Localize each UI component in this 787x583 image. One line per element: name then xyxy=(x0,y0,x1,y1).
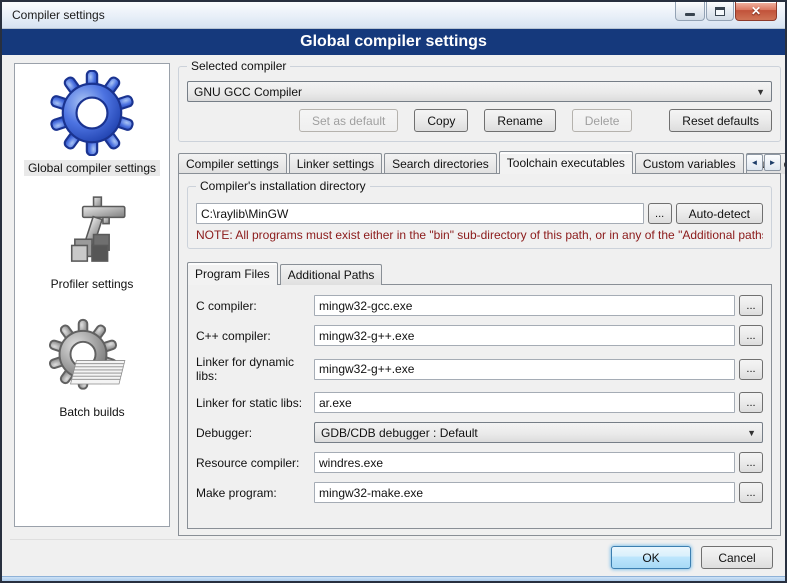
toolchain-executables-panel: Compiler's installation directory ... Au… xyxy=(178,173,781,536)
sidebar-item-label: Global compiler settings xyxy=(24,160,160,176)
close-icon: ✕ xyxy=(751,5,761,17)
tab-compiler-settings[interactable]: Compiler settings xyxy=(178,153,287,174)
caliper-icon xyxy=(53,194,131,272)
sidebar-item-profiler-settings[interactable]: Profiler settings xyxy=(47,194,138,292)
footer-separator xyxy=(10,539,777,540)
close-button[interactable]: ✕ xyxy=(735,2,777,21)
compiler-select[interactable]: GNU GCC Compiler ▼ xyxy=(187,81,772,102)
reset-defaults-button[interactable]: Reset defaults xyxy=(669,109,772,132)
program-files-panel: C compiler: ... C++ compiler: ... Linker… xyxy=(187,284,772,529)
c-compiler-row: C compiler: ... xyxy=(196,295,763,316)
compiler-settings-dialog: Compiler settings ✕ Global compiler sett… xyxy=(0,0,787,583)
program-files-tabstrip: Program Files Additional Paths xyxy=(187,263,772,285)
selected-compiler-group: Selected compiler GNU GCC Compiler ▼ Set… xyxy=(178,66,781,142)
tab-custom-variables[interactable]: Custom variables xyxy=(635,153,744,174)
blue-gear-icon xyxy=(49,70,135,156)
page-title: Global compiler settings xyxy=(2,29,785,55)
sidebar-item-batch-builds[interactable]: Batch builds xyxy=(49,318,135,420)
chevron-down-icon: ▼ xyxy=(747,429,756,438)
tab-search-directories[interactable]: Search directories xyxy=(384,153,497,174)
resource-compiler-row: Resource compiler: ... xyxy=(196,452,763,473)
auto-detect-button[interactable]: Auto-detect xyxy=(676,203,763,224)
set-as-default-button[interactable]: Set as default xyxy=(299,109,398,132)
static-linker-input[interactable] xyxy=(314,392,735,413)
resource-compiler-input[interactable] xyxy=(314,452,735,473)
cpp-compiler-label: C++ compiler: xyxy=(196,329,314,343)
make-program-browse-button[interactable]: ... xyxy=(739,482,763,503)
debugger-select-value: GDB/CDB debugger : Default xyxy=(321,426,478,440)
dialog-footer: OK Cancel xyxy=(611,546,773,569)
settings-category-sidebar: Global compiler settings xyxy=(14,63,170,527)
installation-directory-group-label: Compiler's installation directory xyxy=(196,179,370,193)
tab-scrollers: ◄ ► xyxy=(746,154,781,171)
make-program-row: Make program: ... xyxy=(196,482,763,503)
dynamic-linker-input[interactable] xyxy=(314,359,735,380)
maximize-icon xyxy=(715,7,725,16)
make-program-input[interactable] xyxy=(314,482,735,503)
static-linker-label: Linker for static libs: xyxy=(196,396,314,410)
dynamic-linker-browse-button[interactable]: ... xyxy=(739,359,763,380)
sidebar-item-label: Batch builds xyxy=(55,404,128,420)
tab-scroll-right-icon[interactable]: ► xyxy=(764,154,781,171)
window-title: Compiler settings xyxy=(12,8,105,22)
title-bar[interactable]: Compiler settings ✕ xyxy=(2,2,785,29)
tab-toolchain-executables[interactable]: Toolchain executables xyxy=(499,151,633,174)
chevron-down-icon: ▼ xyxy=(756,88,765,97)
dynamic-linker-label: Linker for dynamic libs: xyxy=(196,355,314,383)
ok-button[interactable]: OK xyxy=(611,546,691,569)
c-compiler-label: C compiler: xyxy=(196,299,314,313)
delete-button[interactable]: Delete xyxy=(572,109,633,132)
sidebar-item-label: Profiler settings xyxy=(47,276,138,292)
c-compiler-input[interactable] xyxy=(314,295,735,316)
main-panel: Selected compiler GNU GCC Compiler ▼ Set… xyxy=(178,58,781,532)
browse-directory-button[interactable]: ... xyxy=(648,203,672,224)
cancel-button[interactable]: Cancel xyxy=(701,546,773,569)
sidebar-item-global-compiler-settings[interactable]: Global compiler settings xyxy=(24,70,160,176)
note-text: NOTE: All programs must exist either in … xyxy=(196,228,763,242)
c-compiler-browse-button[interactable]: ... xyxy=(739,295,763,316)
gray-gear-icon xyxy=(49,318,135,400)
tab-program-files[interactable]: Program Files xyxy=(187,262,278,285)
window-bottom-frame xyxy=(2,576,785,581)
cpp-compiler-browse-button[interactable]: ... xyxy=(739,325,763,346)
installation-directory-row: ... Auto-detect xyxy=(196,203,763,224)
tab-scroll-left-icon[interactable]: ◄ xyxy=(746,154,763,171)
debugger-row: Debugger: GDB/CDB debugger : Default ▼ xyxy=(196,422,763,443)
selected-compiler-group-label: Selected compiler xyxy=(187,59,290,73)
debugger-select[interactable]: GDB/CDB debugger : Default ▼ xyxy=(314,422,763,443)
minimize-button[interactable] xyxy=(675,2,705,21)
maximize-button[interactable] xyxy=(706,2,734,21)
debugger-label: Debugger: xyxy=(196,426,314,440)
tab-additional-paths[interactable]: Additional Paths xyxy=(280,264,383,285)
installation-directory-input[interactable] xyxy=(196,203,644,224)
resource-compiler-browse-button[interactable]: ... xyxy=(739,452,763,473)
tab-linker-settings[interactable]: Linker settings xyxy=(289,153,382,174)
cpp-compiler-input[interactable] xyxy=(314,325,735,346)
static-linker-row: Linker for static libs: ... xyxy=(196,392,763,413)
cpp-compiler-row: C++ compiler: ... xyxy=(196,325,763,346)
make-program-label: Make program: xyxy=(196,486,314,500)
installation-directory-group: Compiler's installation directory ... Au… xyxy=(187,186,772,249)
settings-tabstrip: Compiler settings Linker settings Search… xyxy=(178,151,781,174)
static-linker-browse-button[interactable]: ... xyxy=(739,392,763,413)
copy-button[interactable]: Copy xyxy=(414,109,468,132)
compiler-select-value: GNU GCC Compiler xyxy=(194,85,302,99)
compiler-buttons-row: Set as default Copy Rename Delete Reset … xyxy=(187,109,772,132)
resource-compiler-label: Resource compiler: xyxy=(196,456,314,470)
dynamic-linker-row: Linker for dynamic libs: ... xyxy=(196,355,763,383)
minimize-icon xyxy=(685,13,695,16)
window-controls: ✕ xyxy=(674,2,777,21)
rename-button[interactable]: Rename xyxy=(484,109,555,132)
